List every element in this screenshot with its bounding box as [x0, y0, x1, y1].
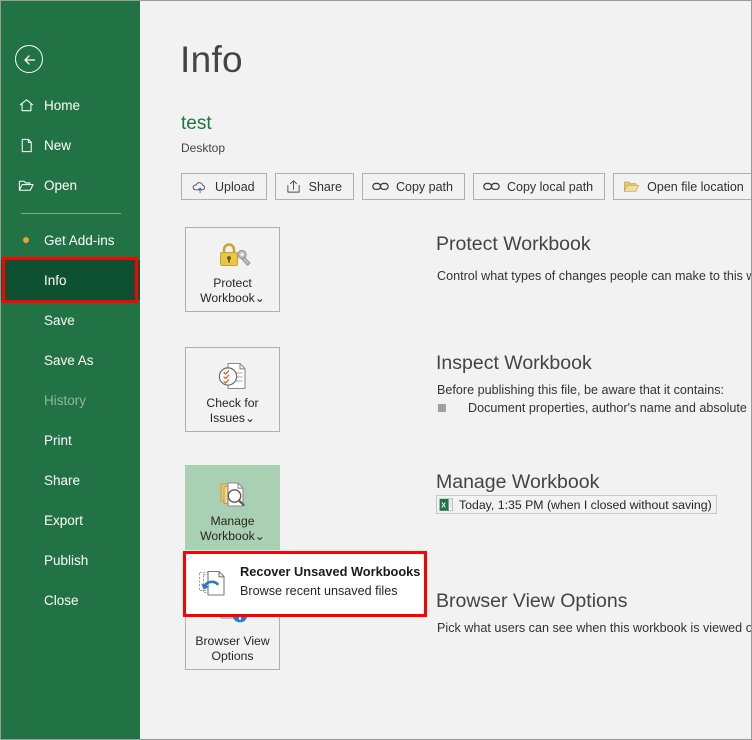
check-for-issues-button[interactable]: Check for Issues⌄	[185, 347, 280, 432]
protect-workbook-title: Protect Workbook	[436, 233, 591, 255]
toolbar-label: Open file location	[647, 179, 744, 194]
back-arrow-button[interactable]	[15, 45, 43, 73]
popup-title: Recover Unsaved Workbooks	[240, 564, 421, 579]
unsaved-version-entry[interactable]: X Today, 1:35 PM (when I closed without …	[436, 495, 717, 514]
share-button[interactable]: Share	[274, 173, 354, 200]
sidebar-item-label: Share	[44, 472, 81, 488]
recover-unsaved-workbooks-menu-item[interactable]: Recover Unsaved Workbooks Browse recent …	[185, 553, 425, 615]
link-icon	[372, 179, 389, 195]
file-actions-toolbar: Upload Share Copy path Copy local path O…	[181, 173, 751, 200]
unsaved-version-label: Today, 1:35 PM (when I closed without sa…	[459, 497, 712, 512]
check-for-issues-button-label: Check for Issues⌄	[206, 396, 259, 425]
chevron-down-icon: ⌄	[245, 411, 256, 425]
back-arrow-icon	[24, 55, 36, 65]
sidebar-item-publish[interactable]: Publish	[1, 540, 140, 580]
sidebar-item-export[interactable]: Export	[1, 500, 140, 540]
page-icon	[17, 136, 35, 154]
sidebar-item-open[interactable]: Open	[1, 165, 140, 205]
inspect-workbook-bullet: Document properties, author's name and a…	[438, 401, 752, 415]
open-file-location-button[interactable]: Open file location	[613, 173, 751, 200]
sidebar-item-label: Home	[44, 97, 81, 113]
folder-icon	[17, 176, 35, 194]
sidebar-item-new[interactable]: New	[1, 125, 140, 165]
sidebar-item-history: History	[1, 380, 140, 420]
toolbar-label: Copy local path	[506, 179, 594, 194]
inspect-workbook-bullet-text: Document properties, author's name and a…	[468, 401, 752, 415]
protect-workbook-description: Control what types of changes people can…	[437, 269, 751, 283]
chevron-down-icon: ⌄	[254, 291, 265, 305]
sidebar-divider	[21, 213, 121, 214]
sidebar-item-label: Open	[44, 177, 78, 193]
chevron-down-icon: ⌄	[254, 529, 265, 543]
sidebar-item-save-as[interactable]: Save As	[1, 340, 140, 380]
toolbar-label: Share	[308, 179, 342, 194]
file-name: test	[181, 113, 212, 134]
copy-path-button[interactable]: Copy path	[361, 173, 465, 200]
sidebar-item-label: Print	[44, 432, 72, 448]
sidebar-item-label: Publish	[44, 552, 89, 568]
sidebar-item-label: Save As	[44, 352, 94, 368]
sidebar-item-home[interactable]: Home	[1, 85, 140, 125]
sidebar-item-label: Export	[44, 512, 84, 528]
inspect-workbook-title: Inspect Workbook	[436, 352, 592, 374]
sidebar-item-label: New	[44, 137, 72, 153]
share-arrow-icon	[285, 179, 302, 195]
manage-versions-icon	[213, 477, 253, 511]
excel-backstage-info-window: Home New Open Get Add-ins Info Save Save…	[0, 0, 752, 740]
sidebar-item-label: Close	[44, 592, 79, 608]
dot-icon	[17, 231, 35, 249]
info-pane: Info test Desktop Upload Share Copy path…	[140, 1, 752, 739]
manage-workbook-button-label: Manage Workbook⌄	[200, 514, 265, 543]
cloud-upload-icon	[191, 179, 208, 195]
folder-open-icon	[623, 179, 640, 195]
sidebar-item-label: Info	[44, 272, 67, 288]
bullet-square-icon	[438, 404, 446, 412]
toolbar-label: Copy path	[395, 179, 453, 194]
sidebar-item-close[interactable]: Close	[1, 580, 140, 620]
sidebar-item-label: Save	[44, 312, 75, 328]
manage-workbook-title: Manage Workbook	[436, 471, 600, 493]
protect-workbook-button-label: Protect Workbook⌄	[200, 276, 265, 305]
lock-key-icon	[213, 239, 253, 273]
toolbar-label: Upload	[215, 179, 255, 194]
recover-document-icon	[198, 570, 232, 602]
page-title: Info	[180, 39, 243, 80]
inspect-workbook-description: Before publishing this file, be aware th…	[437, 383, 725, 397]
manage-workbook-button[interactable]: Manage Workbook⌄	[185, 465, 280, 550]
home-icon	[17, 96, 35, 114]
file-path: Desktop	[181, 141, 226, 155]
upload-button[interactable]: Upload	[181, 173, 267, 200]
sidebar-item-save[interactable]: Save	[1, 300, 140, 340]
backstage-sidebar: Home New Open Get Add-ins Info Save Save…	[1, 1, 140, 739]
sidebar-item-print[interactable]: Print	[1, 420, 140, 460]
sidebar-item-info[interactable]: Info	[1, 260, 140, 300]
inspect-document-icon	[213, 359, 253, 393]
sidebar-item-get-add-ins[interactable]: Get Add-ins	[1, 220, 140, 260]
excel-file-icon: X	[439, 498, 454, 512]
link-icon	[483, 179, 500, 195]
sidebar-item-share[interactable]: Share	[1, 460, 140, 500]
svg-text:X: X	[441, 502, 446, 509]
browser-view-options-description: Pick what users can see when this workbo…	[437, 621, 751, 635]
sidebar-item-label: History	[44, 392, 87, 408]
popup-description: Browse recent unsaved files	[240, 584, 398, 598]
sidebar-item-label: Get Add-ins	[44, 232, 115, 248]
browser-view-options-button-label: Browser View Options	[195, 634, 270, 663]
copy-local-path-button[interactable]: Copy local path	[472, 173, 606, 200]
protect-workbook-button[interactable]: Protect Workbook⌄	[185, 227, 280, 312]
browser-view-options-title: Browser View Options	[436, 590, 628, 612]
